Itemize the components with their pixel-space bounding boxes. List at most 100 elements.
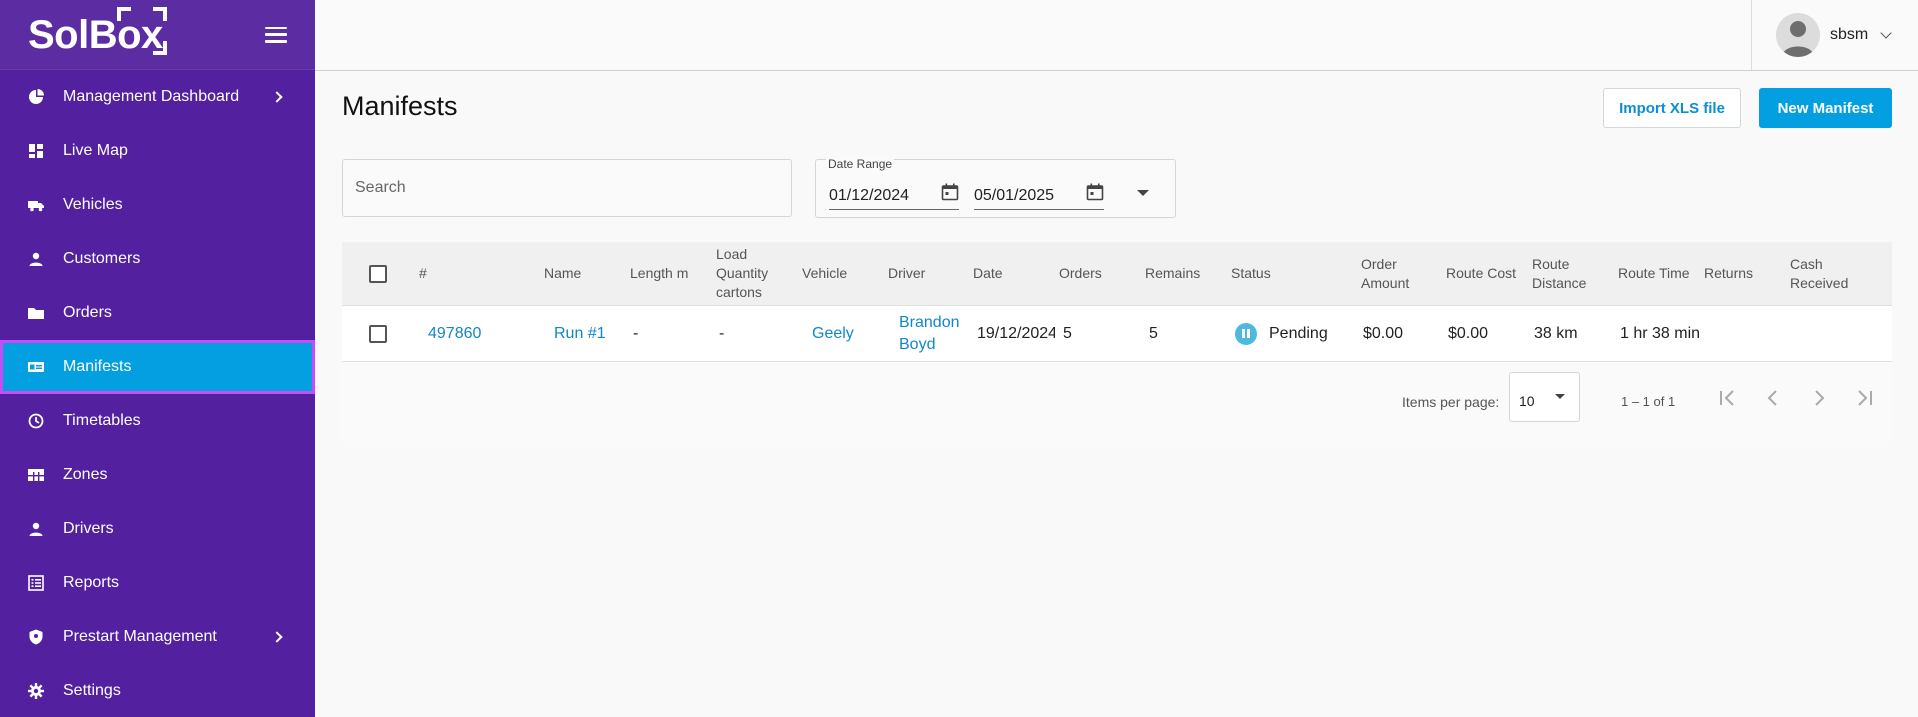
end-date-value: 05/01/2025 [974, 186, 1055, 204]
new-manifest-button[interactable]: New Manifest [1759, 88, 1892, 128]
sidebar-item-management-dashboard[interactable]: Management Dashboard [0, 70, 315, 124]
column-header-status[interactable]: Status [1231, 242, 1271, 305]
date-range-dropdown-icon[interactable] [1137, 190, 1149, 196]
remains-value: 5 [1149, 324, 1158, 342]
solbox-logo[interactable]: SolBox [28, 6, 167, 55]
page-title: Manifests [342, 91, 458, 121]
dashboard-icon [28, 143, 44, 159]
route-time-value: 1 hr 38 min [1620, 324, 1701, 342]
pause-icon [1235, 322, 1257, 345]
import-xls-button[interactable]: Import XLS file [1603, 88, 1741, 128]
sidebar-item-zones[interactable]: Zones [0, 448, 315, 502]
sidebar-item-label: Settings [63, 682, 121, 699]
column-header-route-distance[interactable]: Route Distance [1532, 242, 1594, 305]
clock-icon [28, 413, 44, 429]
column-header-orders[interactable]: Orders [1059, 242, 1102, 305]
column-header-route-cost[interactable]: Route Cost [1446, 242, 1516, 305]
column-header-route-time[interactable]: Route Time [1618, 242, 1690, 305]
column-header-date[interactable]: Date [973, 242, 1003, 305]
logo-frame-icon [116, 6, 167, 55]
sidebar-item-label: Vehicles [63, 196, 123, 213]
column-header-remains[interactable]: Remains [1145, 242, 1200, 305]
length-value: - [633, 324, 639, 342]
gear-icon [28, 683, 44, 699]
date-value: 19/12/2024 [977, 324, 1055, 342]
sidebar-item-label: Zones [63, 466, 108, 483]
pie-chart-icon [28, 89, 44, 105]
sidebar-item-reports[interactable]: Reports [0, 556, 315, 610]
sidebar-item-vehicles[interactable]: Vehicles [0, 178, 315, 232]
start-date-value: 01/12/2024 [829, 186, 910, 204]
sidebar-item-manifests[interactable]: Manifests [0, 340, 315, 394]
end-date-field[interactable]: 05/01/2025 [974, 182, 1104, 210]
sidebar-item-label: Reports [63, 574, 120, 591]
folder-icon [28, 305, 44, 321]
sidebar-item-label: Orders [63, 304, 112, 321]
shield-icon [28, 629, 44, 645]
calendar-icon[interactable] [941, 183, 959, 201]
sidebar-item-timetables[interactable]: Timetables [0, 394, 315, 448]
search-input[interactable] [342, 159, 792, 217]
brand-header: SolBox [0, 0, 315, 70]
select-all-checkbox[interactable] [369, 264, 387, 283]
avatar [1776, 13, 1820, 57]
page-size-select[interactable]: 10 [1509, 372, 1580, 422]
sidebar-item-customers[interactable]: Customers [0, 232, 315, 286]
page-range: 1 – 1 of 1 [1621, 394, 1676, 409]
column-header-driver[interactable]: Driver [888, 242, 925, 305]
manifest-id-link[interactable]: 497860 [428, 306, 481, 361]
route-cost-value: $0.00 [1448, 324, 1489, 342]
sidebar-item-label: Drivers [63, 520, 114, 537]
sidebar-item-label: Live Map [63, 142, 128, 159]
grid-icon [28, 467, 44, 483]
list-icon [28, 575, 44, 591]
first-page-icon[interactable] [1716, 386, 1740, 410]
next-page-icon[interactable] [1807, 386, 1831, 410]
sidebar-item-drivers[interactable]: Drivers [0, 502, 315, 556]
driver-link[interactable]: Brandon Boyd [899, 306, 960, 361]
manifests-table: # Name Length m Load Quantity cartons Ve… [342, 242, 1892, 442]
sidebar-nav: Management Dashboard Live Map Vehicles C… [0, 70, 315, 717]
username: sbsm [1830, 26, 1869, 43]
column-header-order-amount[interactable]: Order Amount [1361, 242, 1423, 305]
calendar-icon[interactable] [1086, 183, 1104, 201]
status-cell: Pending [1235, 306, 1328, 361]
items-per-page-label: Items per page: [1402, 394, 1500, 410]
sidebar-item-prestart-management[interactable]: Prestart Management [0, 610, 315, 664]
row-checkbox[interactable] [369, 324, 387, 343]
id-card-icon [28, 359, 44, 375]
sidebar-item-settings[interactable]: Settings [0, 664, 315, 717]
paginator: Items per page: 10 1 – 1 of 1 [342, 362, 1892, 442]
column-header-load-quantity[interactable]: Load Quantity cartons [716, 242, 782, 305]
route-distance-value: 38 km [1534, 324, 1578, 342]
chevron-down-icon [1880, 27, 1892, 39]
manifest-name-link[interactable]: Run #1 [554, 306, 606, 361]
vehicle-link[interactable]: Geely [812, 306, 854, 361]
column-header-name[interactable]: Name [544, 242, 581, 305]
sidebar-item-label: Customers [63, 250, 141, 267]
table-row[interactable]: 497860 Run #1 - - Geely Brandon Boyd 19/… [342, 306, 1892, 362]
start-date-field[interactable]: 01/12/2024 [829, 182, 959, 210]
sidebar-item-label: Management Dashboard [63, 88, 240, 105]
previous-page-icon[interactable] [1761, 386, 1785, 410]
chevron-right-icon [271, 91, 283, 103]
caret-down-icon [1555, 394, 1565, 399]
column-header-cash-received[interactable]: Cash Received [1790, 242, 1856, 305]
order-amount-value: $0.00 [1363, 324, 1404, 342]
person-icon [28, 251, 44, 267]
orders-value: 5 [1063, 324, 1072, 342]
user-menu[interactable]: sbsm [1751, 0, 1918, 70]
sidebar-item-live-map[interactable]: Live Map [0, 124, 315, 178]
sidebar-item-orders[interactable]: Orders [0, 286, 315, 340]
column-header-returns[interactable]: Returns [1704, 242, 1753, 305]
truck-icon [28, 197, 44, 213]
menu-toggle-icon[interactable] [265, 26, 287, 43]
date-range-label: Date Range [826, 157, 895, 171]
sidebar-item-label: Timetables [63, 412, 141, 429]
column-header-length[interactable]: Length m [630, 242, 688, 305]
person-icon [28, 521, 44, 537]
column-header-id[interactable]: # [419, 242, 427, 305]
last-page-icon[interactable] [1852, 386, 1876, 410]
table-header: # Name Length m Load Quantity cartons Ve… [342, 242, 1892, 306]
column-header-vehicle[interactable]: Vehicle [802, 242, 847, 305]
